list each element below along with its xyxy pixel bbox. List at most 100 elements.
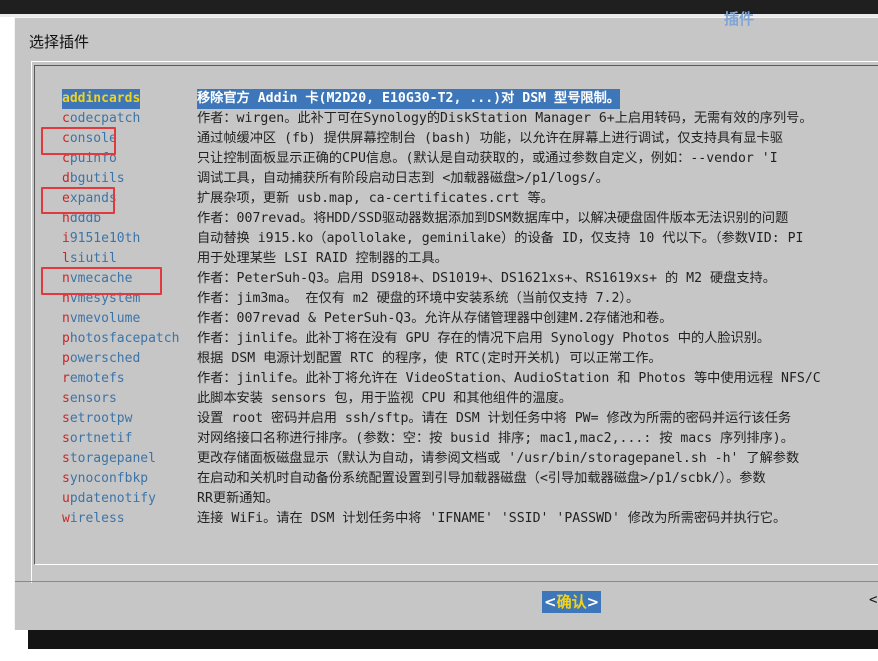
- addon-name: setrootpw: [62, 409, 132, 429]
- addon-row[interactable]: expands 扩展杂项，更新 usb.map, ca-certificates.…: [35, 189, 878, 209]
- addon-name: hdddb: [62, 209, 101, 229]
- bottom-strip: [0, 649, 878, 661]
- addon-row[interactable]: nvmevolume 作者：007revad & PeterSuh-Q3。允许从存…: [35, 309, 878, 329]
- addon-hotkey: s: [62, 451, 70, 466]
- addon-row[interactable]: nvmesystem 作者：jim3ma。 在仅有 m2 硬盘的环境中安装系统（当…: [35, 289, 878, 309]
- addon-description: 自动替换 i915.ko（apollolake, geminilake）的设备 …: [197, 231, 804, 246]
- addon-name-rest: bgutils: [69, 171, 125, 186]
- addon-description: 作者：jim3ma。 在仅有 m2 硬盘的环境中安装系统（当前仅支持 7.2）。: [197, 291, 640, 306]
- addon-description: 连接 WiFi。请在 DSM 计划任务中将 'IFNAME' 'SSID' 'P…: [197, 511, 787, 526]
- addon-hotkey: h: [62, 211, 70, 226]
- addon-name-rest: ensors: [69, 391, 117, 406]
- addon-description: 此脚本安装 sensors 包，用于监视 CPU 和其他组件的温度。: [197, 391, 572, 406]
- addon-description: 用于处理某些 LSI RAID 控制器的工具。: [197, 251, 448, 266]
- addon-name-rest: owersched: [69, 351, 141, 366]
- addon-row[interactable]: sortnetif 对网络接口名称进行排序。(参数：空：按 busid 排序; m…: [35, 429, 878, 449]
- addon-description: RR更新通知。: [197, 491, 279, 506]
- addon-row[interactable]: synoconfbkp 在启动和关机时自动备份系统配置设置到引导加载器磁盘（<引导…: [35, 469, 878, 489]
- addon-name: i9151e10th: [62, 229, 140, 249]
- addon-row[interactable]: storagepanel 更改存储面板磁盘显示（默认为自动，请参阅文档或 '/us…: [35, 449, 878, 469]
- ok-button-right-bracket: >: [586, 593, 600, 611]
- addon-hotkey: c: [62, 151, 70, 166]
- addon-name: expands: [62, 189, 117, 209]
- addon-hotkey: c: [62, 131, 70, 146]
- addon-name-rest: 9151e10th: [69, 231, 141, 246]
- addon-hotkey: d: [62, 171, 70, 186]
- addon-row[interactable]: powersched 根据 DSM 电源计划配置 RTC 的程序，使 RTC(定时…: [35, 349, 878, 369]
- addon-row[interactable]: wireless 连接 WiFi。请在 DSM 计划任务中将 'IFNAME' '…: [35, 509, 878, 529]
- addon-name-rest: odecpatch: [69, 111, 141, 126]
- addon-description: 只让控制面板显示正确的CPU信息。(默认是自动获取的，或通过参数自定义，例如：-…: [197, 151, 778, 166]
- addon-name: nvmecache: [62, 269, 132, 289]
- addon-description: 通过帧缓冲区 (fb) 提供屏幕控制台 (bash) 功能，以允许在屏幕上进行调…: [197, 131, 783, 146]
- addon-hotkey: i: [62, 231, 70, 246]
- addon-name: lsiutil: [62, 249, 117, 269]
- addon-row[interactable]: hdddb 作者：007revad。将HDD/SSD驱动器数据添加到DSM数据库中…: [35, 209, 878, 229]
- addon-name: powersched: [62, 349, 140, 369]
- ok-button-label: 确认: [556, 593, 587, 611]
- addon-row[interactable]: lsiutil 用于处理某些 LSI RAID 控制器的工具。: [35, 249, 878, 269]
- addon-hotkey: s: [62, 411, 70, 426]
- scroll-arrow-icon[interactable]: <: [869, 592, 877, 608]
- addon-name-rest: ynoconfbkp: [69, 471, 149, 486]
- addon-description: 作者：007revad & PeterSuh-Q3。允许从存储管理器中创建M.2…: [197, 311, 673, 326]
- addon-row[interactable]: console 通过帧缓冲区 (fb) 提供屏幕控制台 (bash) 功能，以允许…: [35, 129, 878, 149]
- addon-row[interactable]: updatenotify RR更新通知。: [35, 489, 878, 509]
- addon-name: dbgutils: [62, 169, 125, 189]
- addon-name: sensors: [62, 389, 117, 409]
- addon-name: storagepanel: [62, 449, 156, 469]
- addon-name: addincards: [62, 89, 141, 109]
- addon-row[interactable]: setrootpw 设置 root 密码并启用 ssh/sftp。请在 DSM 计…: [35, 409, 878, 429]
- addon-description: 作者：wirgen。此补丁可在Synology的DiskStation Mana…: [197, 111, 813, 126]
- dialog-separator: [15, 581, 878, 582]
- addon-description: 作者：jinlife。此补丁将允许在 VideoStation、AudioSta…: [197, 371, 821, 386]
- addon-row[interactable]: codecpatch 作者：wirgen。此补丁可在Synology的DiskSt…: [35, 109, 878, 129]
- addon-row[interactable]: nvmecache 作者：PeterSuh-Q3。启用 DS918+、DS1019…: [35, 269, 878, 289]
- addon-row[interactable]: remotefs 作者：jinlife。此补丁将允许在 VideoStation、…: [35, 369, 878, 389]
- addon-description: 在启动和关机时自动备份系统配置设置到引导加载器磁盘（<引导加载器磁盘>/p1/s…: [197, 471, 766, 486]
- addon-name-rest: vmecache: [69, 271, 133, 286]
- addon-hotkey: u: [62, 491, 70, 506]
- addon-name-rest: ddincards: [69, 91, 141, 106]
- addon-description: 调试工具，自动捕获所有阶段启动日志到 <加载器磁盘>/p1/logs/。: [197, 171, 609, 186]
- addon-hotkey: a: [62, 91, 70, 106]
- addon-row[interactable]: i9151e10th 自动替换 i915.ko（apollolake, gemin…: [35, 229, 878, 249]
- addon-name: wireless: [62, 509, 125, 529]
- addon-hotkey: s: [62, 471, 70, 486]
- addon-description: 扩展杂项，更新 usb.map, ca-certificates.crt 等。: [197, 191, 554, 206]
- addon-name: remotefs: [62, 369, 125, 389]
- addon-name-rest: hotosfacepatch: [69, 331, 180, 346]
- addon-row[interactable]: addincards 移除官方 Addin 卡(M2D20, E10G30-T2,…: [35, 89, 878, 109]
- addon-list: addincards 移除官方 Addin 卡(M2D20, E10G30-T2,…: [34, 65, 878, 565]
- addon-hotkey: l: [62, 251, 70, 266]
- addon-row[interactable]: dbgutils 调试工具，自动捕获所有阶段启动日志到 <加载器磁盘>/p1/lo…: [35, 169, 878, 189]
- addon-name: synoconfbkp: [62, 469, 148, 489]
- dialog-shadow: [28, 630, 878, 649]
- addon-name-rest: vmesystem: [69, 291, 141, 306]
- addon-hotkey: n: [62, 291, 70, 306]
- addon-name: photosfacepatch: [62, 329, 179, 349]
- ok-button[interactable]: <确认>: [542, 591, 602, 613]
- addon-name: codecpatch: [62, 109, 140, 129]
- addon-hotkey: w: [62, 511, 70, 526]
- dialog-title: 选择插件: [29, 33, 90, 51]
- addon-description: 设置 root 密码并启用 ssh/sftp。请在 DSM 计划任务中将 PW=…: [197, 411, 792, 426]
- addon-name: nvmevolume: [62, 309, 140, 329]
- addon-name-rest: puinfo: [69, 151, 117, 166]
- addon-name-rest: dddb: [69, 211, 102, 226]
- addon-hotkey: n: [62, 311, 70, 326]
- addon-description: 根据 DSM 电源计划配置 RTC 的程序，使 RTC(定时开关机) 可以正常工…: [197, 351, 662, 366]
- addon-hotkey: n: [62, 271, 70, 286]
- addon-row[interactable]: sensors 此脚本安装 sensors 包，用于监视 CPU 和其他组件的温度…: [35, 389, 878, 409]
- addon-name: updatenotify: [62, 489, 156, 509]
- addon-hotkey: p: [62, 351, 70, 366]
- addon-row[interactable]: cpuinfo 只让控制面板显示正确的CPU信息。(默认是自动获取的，或通过参数自…: [35, 149, 878, 169]
- addon-name-rest: xpands: [69, 191, 117, 206]
- addon-hotkey: e: [62, 191, 70, 206]
- addon-name: sortnetif: [62, 429, 132, 449]
- addon-hotkey: c: [62, 111, 70, 126]
- addon-select-dialog: 选择插件 addincards 移除官方 Addin 卡(M2D20, E10G3…: [14, 17, 878, 630]
- addon-name-rest: onsole: [69, 131, 117, 146]
- addon-row[interactable]: photosfacepatch 作者：jinlife。此补丁将在没有 GPU 存在…: [35, 329, 878, 349]
- background-title: 插件: [724, 10, 755, 28]
